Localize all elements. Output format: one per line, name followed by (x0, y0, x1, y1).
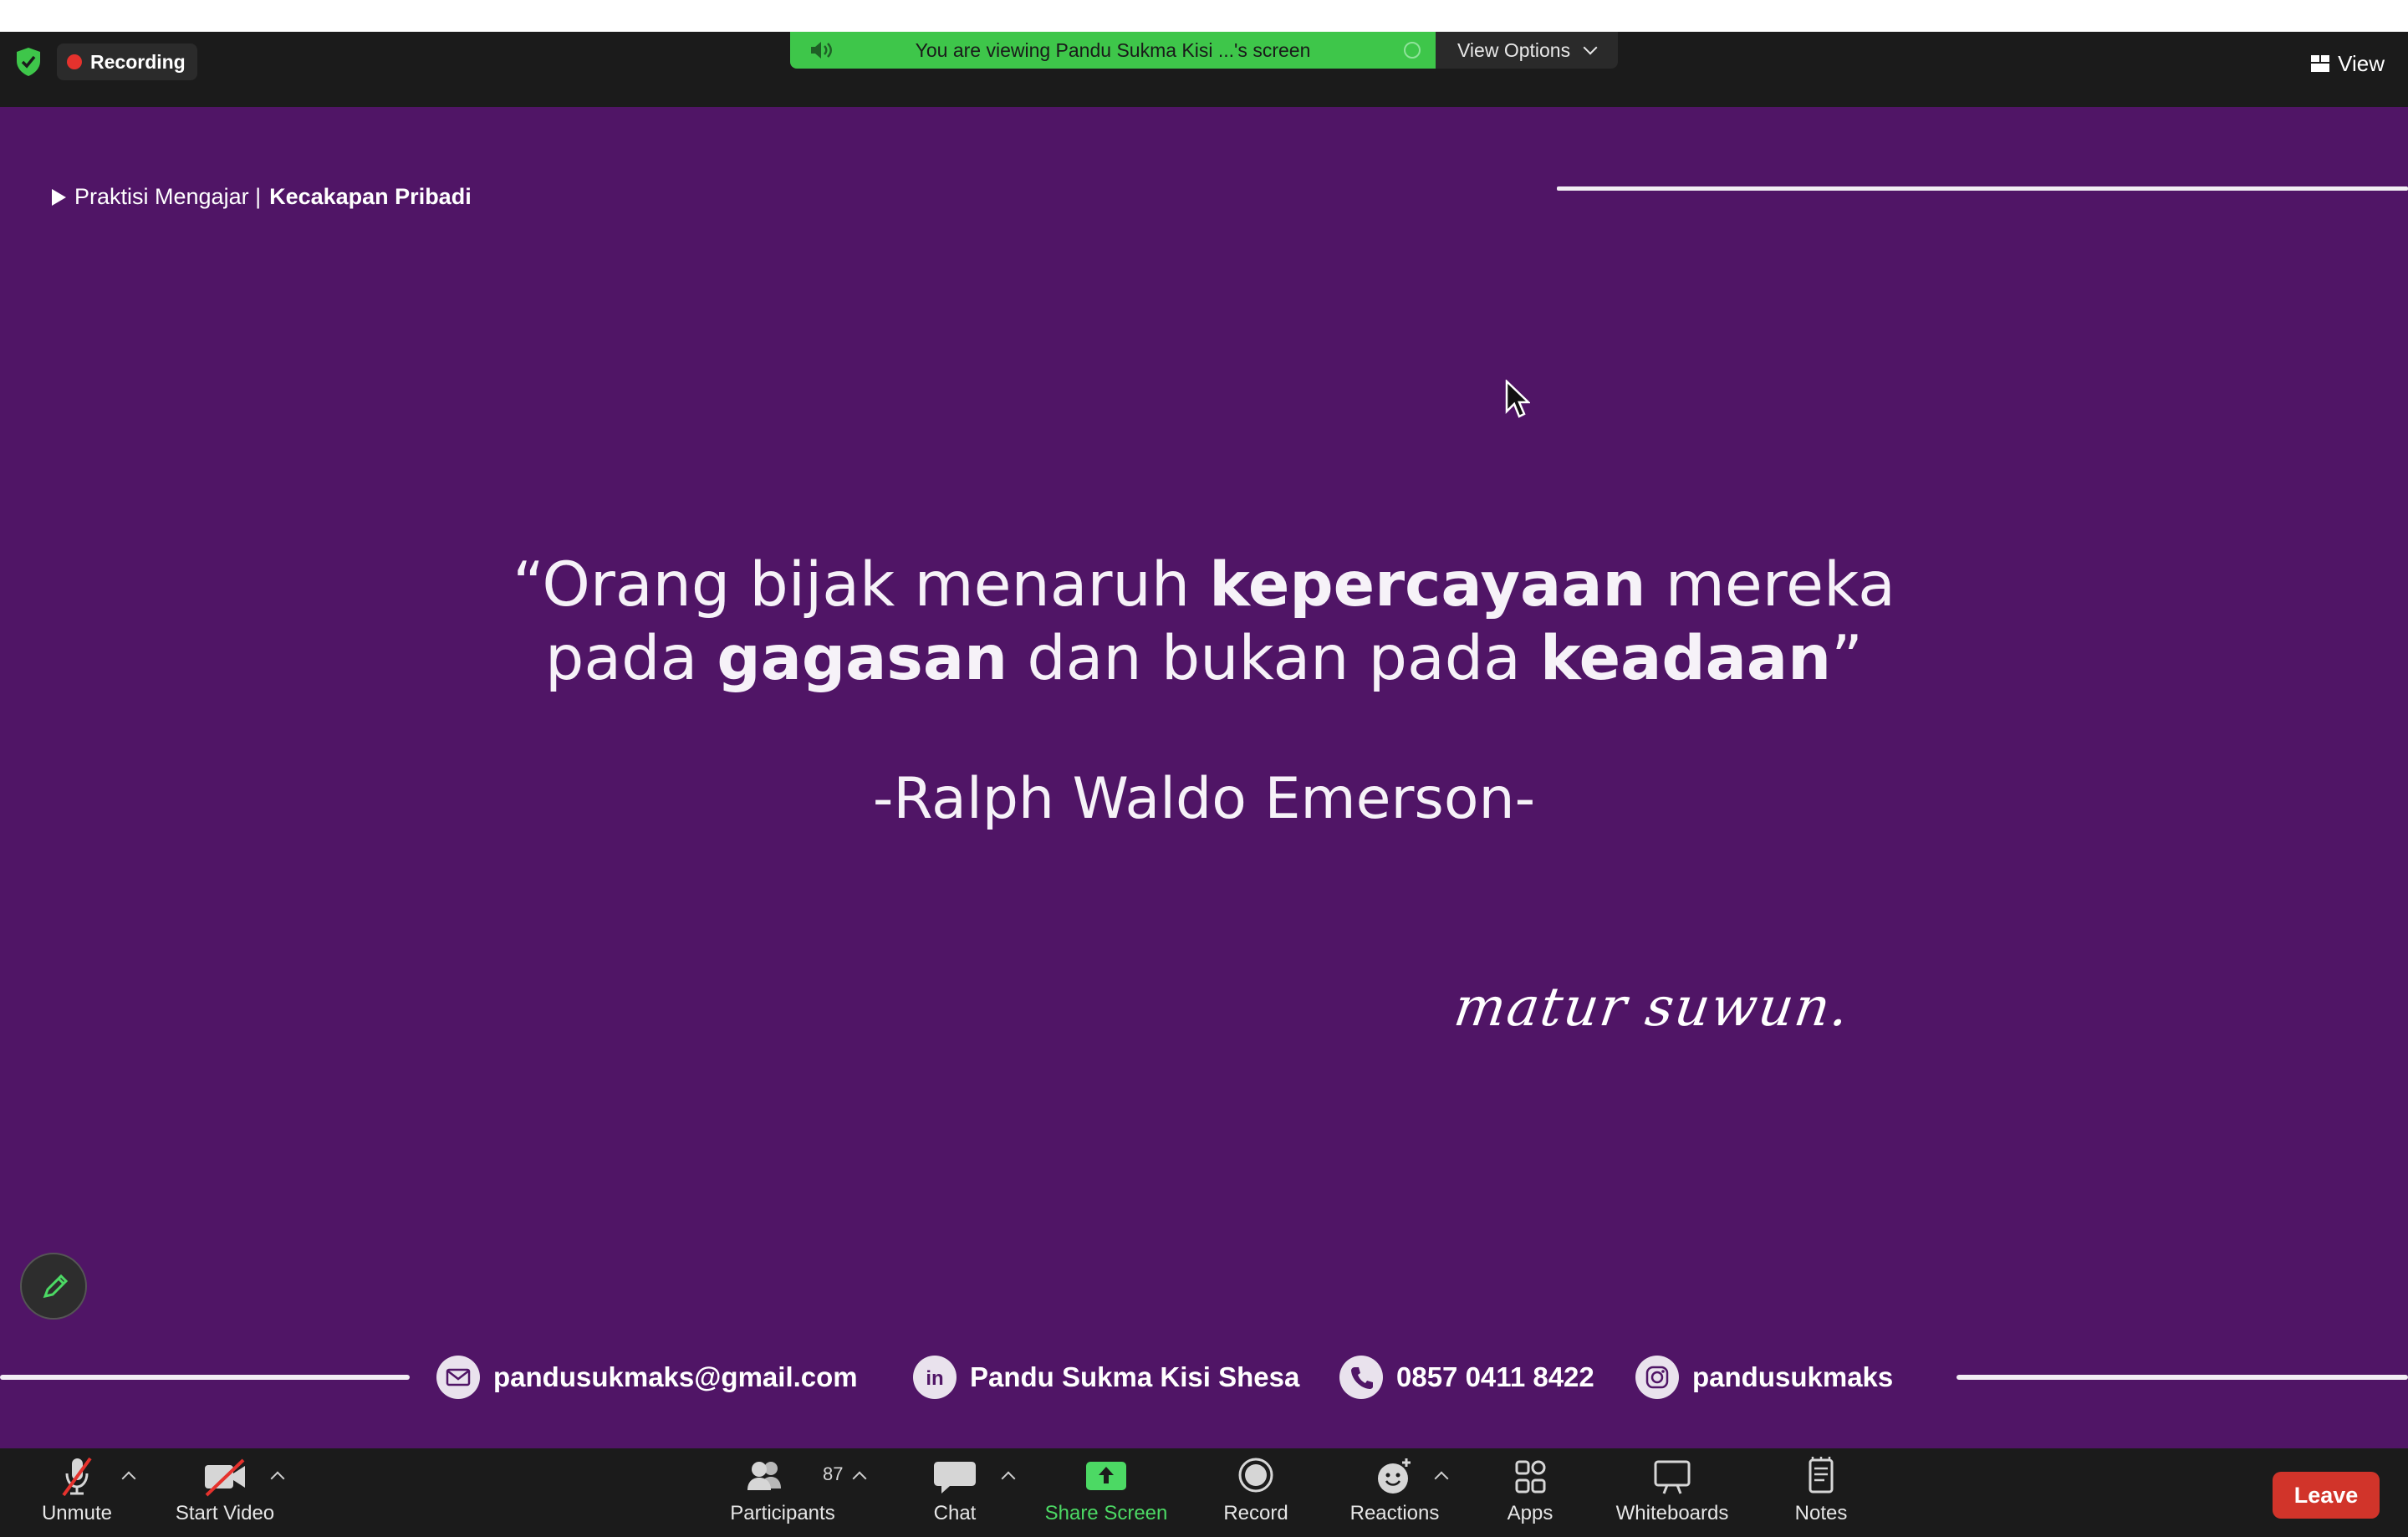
view-options-label: View Options (1457, 38, 1571, 61)
quote-segment: dan bukan pada (1008, 623, 1541, 694)
participants-caret-icon[interactable] (852, 1471, 867, 1486)
participants-icon (747, 1462, 781, 1490)
meeting-top-bar: Recording You are viewing Pandu Sukma Ki… (0, 32, 2408, 107)
apps-label: Apps (1507, 1502, 1553, 1524)
whiteboards-button[interactable]: Whiteboards (1602, 1455, 1742, 1534)
start-video-button[interactable]: Start Video (167, 1455, 283, 1534)
notes-label: Notes (1794, 1502, 1848, 1524)
record-icon (1238, 1458, 1273, 1493)
contact-instagram: pandusukmaks (1635, 1350, 1893, 1405)
svg-text:in: in (926, 1367, 943, 1390)
screen-share-banner: You are viewing Pandu Sukma Kisi ...'s s… (790, 32, 1436, 69)
chat-label: Chat (933, 1502, 977, 1524)
audio-options-caret-icon[interactable] (121, 1471, 136, 1486)
contact-linkedin: in Pandu Sukma Kisi Shesa (913, 1350, 1299, 1405)
view-options-button[interactable]: View Options (1436, 32, 1618, 69)
play-triangle-icon (52, 188, 66, 206)
unmute-button[interactable]: Unmute (33, 1455, 120, 1534)
shared-screen-slide: Praktisi Mengajar | Kecakapan Pribadi “O… (0, 107, 2408, 1448)
quote-segment: ” (1831, 623, 1863, 694)
quote-text: “Orang bijak menaruh kepercayaan mereka … (368, 549, 2040, 696)
view-button[interactable]: View (2311, 49, 2385, 79)
linkedin-icon: in (913, 1356, 957, 1399)
quote-author: -Ralph Waldo Emerson- (872, 766, 1536, 832)
quote-emphasis: keadaan (1540, 623, 1832, 694)
notes-button[interactable]: Notes (1779, 1455, 1863, 1534)
reactions-emoji-icon (1378, 1458, 1411, 1494)
quote-segment: “Orang bijak menaruh (513, 549, 1210, 620)
instagram-text: pandusukmaks (1692, 1361, 1894, 1392)
recording-label: Recording (90, 50, 186, 73)
grid-view-icon (2311, 55, 2330, 72)
slide-header: Praktisi Mengajar | Kecakapan Pribadi (52, 184, 472, 210)
share-screen-icon (1086, 1462, 1126, 1490)
status-ring-icon (1404, 42, 1421, 59)
phone-text: 0857 0411 8422 (1396, 1361, 1594, 1392)
chat-button[interactable]: Chat (913, 1455, 997, 1534)
share-screen-button[interactable]: Share Screen (1037, 1455, 1176, 1534)
chevron-down-icon (1583, 40, 1598, 55)
chat-caret-icon[interactable] (1001, 1471, 1016, 1486)
closing-signature: matur suwun. (1450, 977, 1854, 1039)
participants-count: 87 (823, 1463, 844, 1484)
zoom-meeting-window: Recording You are viewing Pandu Sukma Ki… (0, 0, 2408, 1537)
contact-phone: 0857 0411 8422 (1339, 1350, 1594, 1405)
decorative-line (0, 1375, 410, 1380)
pencil-icon (43, 1274, 69, 1299)
quote-line-1: “Orang bijak menaruh kepercayaan mereka (368, 549, 2040, 622)
reactions-label: Reactions (1349, 1502, 1440, 1524)
quote-line-2: pada gagasan dan bukan pada keadaan” (368, 622, 2040, 696)
record-button[interactable]: Record (1214, 1455, 1298, 1534)
meeting-toolbar: Unmute Start Video 87 Participants Chat … (0, 1448, 2408, 1537)
annotate-pencil-button[interactable] (20, 1253, 87, 1320)
record-dot-icon (67, 54, 82, 69)
view-label: View (2338, 50, 2385, 76)
decorative-line (1956, 1375, 2408, 1380)
record-label: Record (1223, 1502, 1288, 1524)
quote-segment: mereka (1645, 549, 1895, 620)
contact-row: pandusukmaks@gmail.com in Pandu Sukma Ki… (0, 1350, 2408, 1405)
window-top-strip (0, 0, 2408, 32)
email-text: pandusukmaks@gmail.com (493, 1361, 858, 1392)
whiteboards-label: Whiteboards (1615, 1502, 1729, 1524)
instagram-icon (1635, 1356, 1679, 1399)
muted-microphone-icon (62, 1457, 92, 1497)
linkedin-text: Pandu Sukma Kisi Shesa (970, 1361, 1300, 1392)
slide-header-prefix: Praktisi Mengajar | (74, 184, 262, 209)
whiteboard-icon (1654, 1460, 1691, 1494)
leave-button[interactable]: Leave (2273, 1472, 2380, 1519)
apps-icon (1515, 1460, 1546, 1494)
chat-bubble-icon (934, 1462, 976, 1494)
recording-indicator[interactable]: Recording (57, 43, 197, 80)
participants-icon-group: 87 (741, 1455, 843, 1499)
mouse-cursor-icon (1505, 380, 1530, 418)
notes-icon (1809, 1457, 1834, 1494)
quote-emphasis: kepercayaan (1209, 549, 1646, 620)
phone-icon (1339, 1356, 1383, 1399)
reactions-button[interactable]: Reactions (1341, 1455, 1448, 1534)
apps-button[interactable]: Apps (1488, 1455, 1572, 1534)
video-off-icon (205, 1458, 245, 1497)
quote-emphasis: gagasan (717, 623, 1008, 694)
viewing-screen-text: You are viewing Pandu Sukma Kisi ...'s s… (915, 39, 1311, 61)
participants-label: Participants (730, 1502, 835, 1524)
share-screen-label: Share Screen (1044, 1502, 1168, 1524)
mail-icon (436, 1356, 480, 1399)
security-shield-icon[interactable] (15, 47, 42, 77)
quote-segment: pada (545, 623, 717, 694)
contact-email: pandusukmaks@gmail.com (436, 1350, 858, 1405)
decorative-line (1557, 186, 2408, 191)
participants-button[interactable]: 87 Participants (724, 1455, 843, 1534)
start-video-label: Start Video (175, 1502, 275, 1524)
slide-header-bold: Kecakapan Pribadi (269, 184, 472, 209)
unmute-label: Unmute (41, 1502, 113, 1524)
